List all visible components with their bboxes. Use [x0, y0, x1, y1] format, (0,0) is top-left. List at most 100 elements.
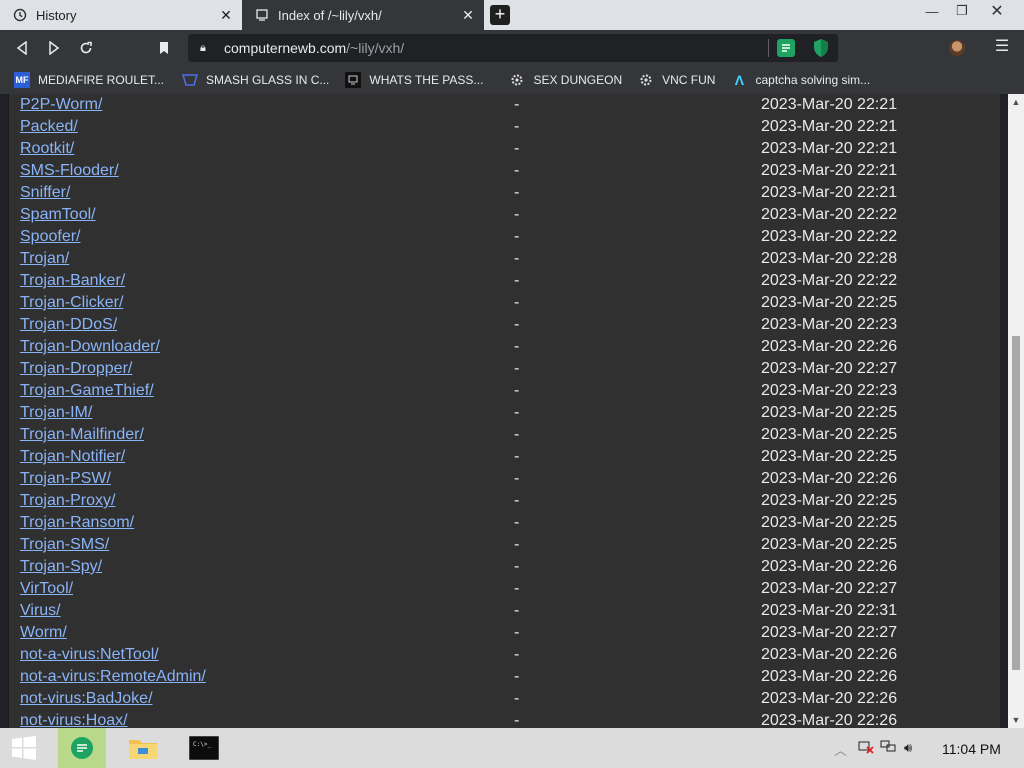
bookmark-item[interactable]: SEX DUNGEON [483, 66, 622, 94]
tray-overflow-icon[interactable]: ︿ [834, 740, 847, 759]
listing-row: SMS-Flooder/ - 2023-Mar-20 22:21 [9, 160, 1001, 182]
directory-link[interactable]: Trojan-Downloader/ [20, 336, 160, 358]
directory-link[interactable]: Trojan-Dropper/ [20, 358, 132, 380]
entry-size: - [514, 184, 520, 201]
directory-link[interactable]: not-a-virus:NetTool/ [20, 644, 159, 666]
directory-link[interactable]: Trojan-Ransom/ [20, 512, 134, 534]
entry-modified-date: 2023-Mar-20 22:25 [761, 448, 898, 465]
entry-size: - [514, 624, 520, 641]
entry-size: - [514, 602, 520, 619]
directory-link[interactable]: Trojan-PSW/ [20, 468, 111, 490]
file-explorer-icon[interactable] [119, 728, 167, 768]
directory-link[interactable]: Virus/ [20, 600, 61, 622]
bookmark-item[interactable]: WHATS THE PASS... [329, 66, 483, 94]
restore-icon[interactable]: ❐ [945, 0, 979, 22]
forward-button[interactable] [42, 36, 66, 60]
directory-link[interactable]: Trojan-Banker/ [20, 270, 125, 292]
scroll-up-arrow-icon[interactable]: ▲ [1008, 94, 1024, 110]
entry-size: - [514, 250, 520, 267]
bookmark-label: WHATS THE PASS... [369, 73, 484, 87]
tab-index[interactable]: Index of /~lily/vxh/ ✕ [242, 0, 484, 30]
entry-size: - [514, 646, 520, 663]
directory-link[interactable]: Trojan/ [20, 248, 69, 270]
tab-title: History [36, 7, 77, 23]
listing-row: Trojan-Mailfinder/ - 2023-Mar-20 22:25 [9, 424, 1001, 446]
close-window-icon[interactable]: ✕ [980, 0, 1014, 22]
tab-history[interactable]: History ✕ [0, 0, 242, 30]
entry-modified-date: 2023-Mar-20 22:22 [761, 272, 898, 289]
terminal-icon[interactable]: C:\>_ [180, 728, 228, 768]
scrollbar-thumb[interactable] [1012, 336, 1020, 670]
reload-button[interactable] [74, 36, 98, 60]
entry-modified-date: 2023-Mar-20 22:23 [761, 316, 898, 333]
entry-modified-date: 2023-Mar-20 22:25 [761, 536, 898, 553]
vertical-scrollbar[interactable]: ▲ ▼ [1008, 94, 1024, 728]
bookmark-item[interactable]: MF MEDIAFIRE ROULET... [0, 66, 164, 94]
site-favicon-icon [254, 7, 270, 23]
start-button[interactable] [0, 728, 48, 768]
close-icon[interactable]: ✕ [218, 7, 234, 23]
directory-link[interactable]: Trojan-Spy/ [20, 556, 102, 578]
directory-link[interactable]: Trojan-GameThief/ [20, 380, 154, 402]
listing-row: not-a-virus:RemoteAdmin/ - 2023-Mar-20 22:… [9, 666, 1001, 688]
directory-link[interactable]: SpamTool/ [20, 204, 96, 226]
minimize-icon[interactable]: — [915, 0, 949, 22]
directory-link[interactable]: Trojan-Notifier/ [20, 446, 125, 468]
directory-link[interactable]: Packed/ [20, 116, 78, 138]
new-tab-button[interactable]: + [490, 5, 510, 25]
directory-link[interactable]: SMS-Flooder/ [20, 160, 119, 182]
bookmark-item[interactable]: SMASH GLASS IN C... [164, 66, 329, 94]
entry-modified-date: 2023-Mar-20 22:31 [761, 602, 898, 619]
directory-link[interactable]: not-a-virus:RemoteAdmin/ [20, 666, 206, 688]
directory-link[interactable]: not-virus:Hoax/ [20, 710, 128, 728]
directory-link[interactable]: Worm/ [20, 622, 67, 644]
url-host: computernewb.com [224, 40, 347, 56]
entry-size: - [514, 536, 520, 553]
browser-menu-icon[interactable]: ☰ [990, 36, 1014, 56]
bookmark-icon [160, 42, 168, 54]
bookmark-item[interactable]: VNC FUN [622, 66, 715, 94]
address-bar[interactable]: 🔒︎ computernewb.com /~lily/vxh/ [188, 34, 838, 62]
listing-row: Trojan-Proxy/ - 2023-Mar-20 22:25 [9, 490, 1001, 512]
entry-modified-date: 2023-Mar-20 22:26 [761, 470, 898, 487]
notes-app-icon[interactable] [58, 728, 106, 768]
entry-size: - [514, 206, 520, 223]
directory-link[interactable]: Rootkit/ [20, 138, 74, 160]
entry-modified-date: 2023-Mar-20 22:27 [761, 624, 898, 641]
bookmark-label: SEX DUNGEON [533, 73, 623, 87]
profile-avatar[interactable] [949, 40, 965, 56]
directory-link[interactable]: Trojan-DDoS/ [20, 314, 117, 336]
volume-icon[interactable]: 🔊︎ [904, 740, 912, 756]
directory-link[interactable]: Trojan-Mailfinder/ [20, 424, 144, 446]
directory-link[interactable]: Sniffer/ [20, 182, 70, 204]
system-clock[interactable]: 11:04 PM [942, 741, 1001, 757]
scroll-down-arrow-icon[interactable]: ▼ [1008, 712, 1024, 728]
entry-modified-date: 2023-Mar-20 22:25 [761, 492, 898, 509]
entry-size: - [514, 404, 520, 421]
close-icon[interactable]: ✕ [460, 7, 476, 23]
directory-link[interactable]: Trojan-Clicker/ [20, 292, 123, 314]
back-icon [16, 41, 27, 55]
directory-link[interactable]: Trojan-Proxy/ [20, 490, 115, 512]
reload-icon [80, 41, 92, 54]
network-disconnected-icon[interactable] [858, 740, 874, 757]
directory-link[interactable]: Trojan-IM/ [20, 402, 92, 424]
gear-icon [509, 72, 525, 88]
entry-modified-date: 2023-Mar-20 22:26 [761, 712, 898, 728]
directory-link[interactable]: not-virus:BadJoke/ [20, 688, 153, 710]
notes-extension-icon[interactable] [777, 39, 795, 57]
back-button[interactable] [10, 36, 34, 60]
bookmark-item[interactable]: Λ captcha solving sim... [715, 66, 870, 94]
listing-row: Trojan-IM/ - 2023-Mar-20 22:25 [9, 402, 1001, 424]
bookmark-button[interactable] [152, 36, 176, 60]
directory-link[interactable]: P2P-Worm/ [20, 94, 102, 116]
directory-link[interactable]: Spoofer/ [20, 226, 80, 248]
network-icon[interactable] [880, 740, 896, 757]
directory-link[interactable]: VirTool/ [20, 578, 73, 600]
shield-extension-icon[interactable] [812, 38, 830, 58]
listing-row: Trojan-Ransom/ - 2023-Mar-20 22:25 [9, 512, 1001, 534]
mediafire-icon: MF [14, 72, 30, 88]
directory-link[interactable]: Trojan-SMS/ [20, 534, 109, 556]
entry-size: - [514, 580, 520, 597]
entry-modified-date: 2023-Mar-20 22:22 [761, 206, 898, 223]
